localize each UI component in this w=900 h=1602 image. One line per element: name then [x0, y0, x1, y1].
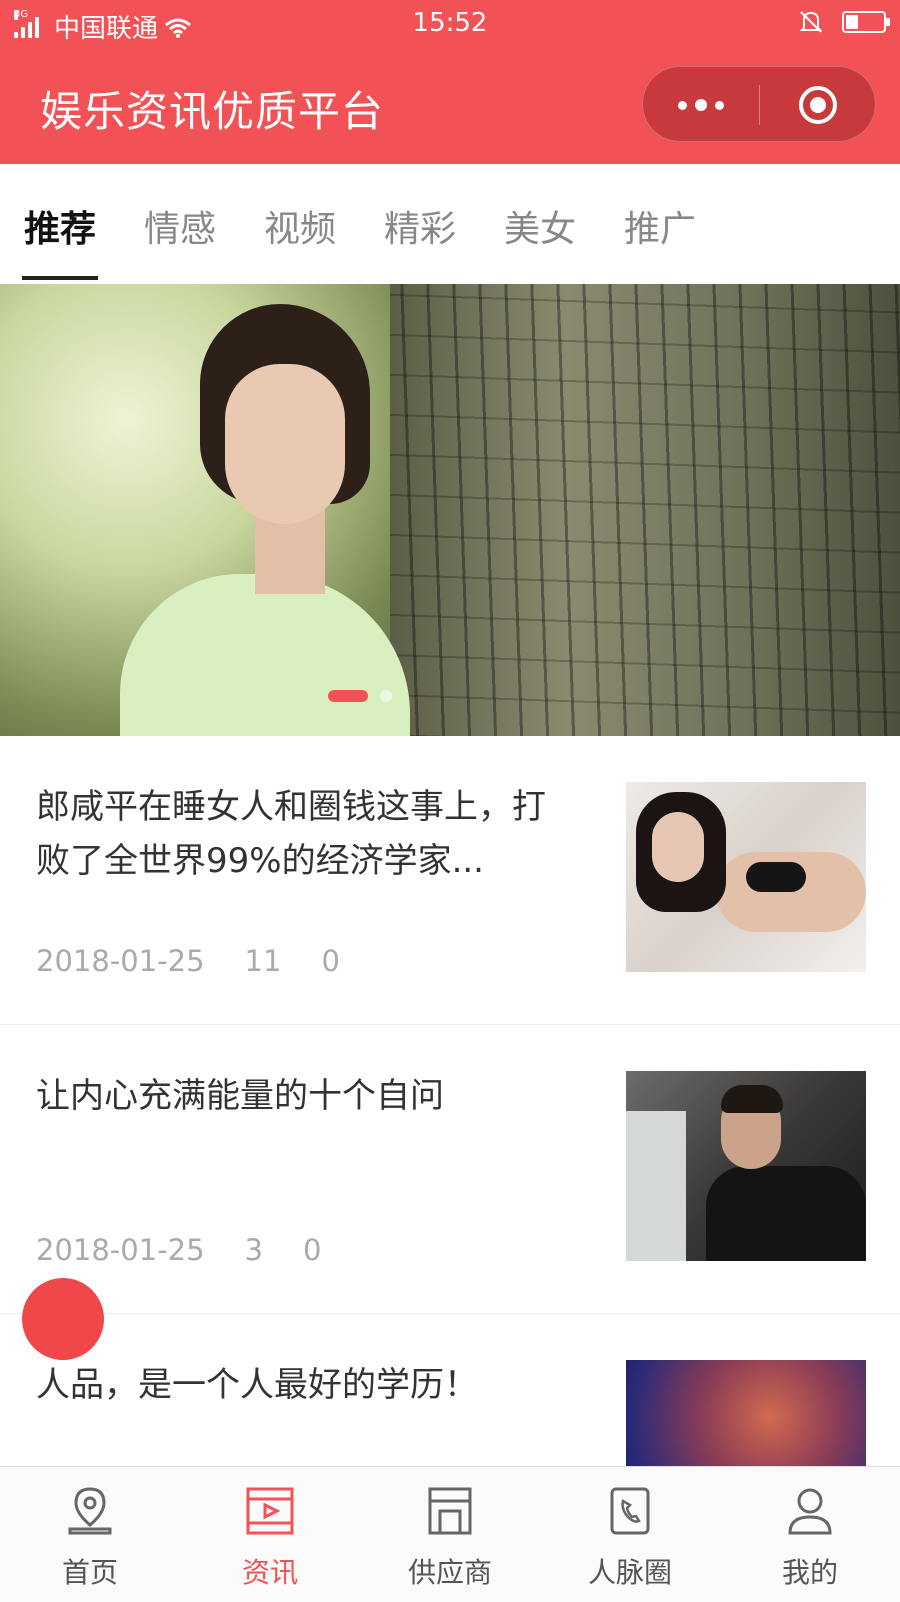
target-close-icon — [799, 86, 837, 124]
tab-highlights[interactable]: 精彩 — [384, 200, 456, 252]
nav-profile[interactable]: 我的 — [720, 1467, 900, 1601]
carousel-indicator — [328, 690, 392, 702]
banner-carousel[interactable] — [0, 284, 900, 736]
battery-icon — [842, 11, 890, 33]
nav-label: 供应商 — [407, 1556, 492, 1589]
article-comments: 0 — [321, 944, 340, 978]
tab-recommend[interactable]: 推荐 — [24, 200, 96, 252]
tab-beauty[interactable]: 美女 — [504, 200, 576, 252]
article-date: 2018-01-25 — [36, 944, 205, 978]
floating-action-button[interactable] — [22, 1278, 104, 1360]
category-tabs: 推荐 情感 视频 精彩 美女 推广 — [0, 164, 900, 284]
bottom-tab-bar: 首页 资讯 供应商 人脉圈 我的 — [0, 1466, 900, 1601]
status-time: 15:52 — [412, 8, 488, 38]
carousel-dot-active[interactable] — [328, 690, 368, 702]
tab-video[interactable]: 视频 — [264, 200, 336, 252]
nav-label: 人脉圈 — [587, 1556, 672, 1589]
tab-emotion[interactable]: 情感 — [144, 200, 216, 252]
active-tab-indicator — [22, 276, 98, 280]
mini-program-capsule — [642, 66, 876, 142]
status-right — [798, 9, 890, 35]
article-title: 让内心充满能量的十个自问 — [36, 1076, 444, 1116]
article-date: 2018-01-25 — [36, 1233, 205, 1267]
nav-label: 资讯 — [241, 1556, 298, 1589]
article-item[interactable]: 郎咸平在睡女人和圈钱这事上，打败了全世界99%的经济学家... 2018-01-… — [0, 736, 900, 1025]
status-bar: 3G 中国联通 15:52 — [0, 0, 900, 48]
article-item[interactable]: 让内心充满能量的十个自问 2018-01-25 3 0 — [0, 1025, 900, 1314]
mute-bell-icon — [799, 11, 823, 33]
nav-news[interactable]: 资讯 — [180, 1467, 360, 1601]
article-comments: 0 — [303, 1233, 322, 1267]
close-mini-program-button[interactable] — [760, 67, 876, 143]
nav-contacts[interactable]: 人脉圈 — [540, 1467, 720, 1601]
title-bar: 娱乐资讯优质平台 — [0, 48, 900, 164]
more-dot-icon — [678, 100, 687, 110]
article-meta: 2018-01-25 3 0 — [36, 1233, 321, 1267]
article-title: 郎咸平在睡女人和圈钱这事上，打败了全世界99%的经济学家... — [36, 787, 546, 881]
article-views: 11 — [244, 944, 282, 978]
article-thumbnail — [626, 1071, 866, 1261]
nav-label: 首页 — [61, 1556, 118, 1589]
article-title: 人品，是一个人最好的学历！ — [36, 1365, 478, 1405]
nav-suppliers[interactable]: 供应商 — [360, 1467, 540, 1601]
nav-label: 我的 — [781, 1556, 838, 1589]
more-dot-icon — [695, 99, 707, 111]
banner-tree-bark — [390, 284, 900, 736]
page-title: 娱乐资讯优质平台 — [40, 87, 385, 136]
more-dot-icon — [715, 100, 724, 110]
video-play-icon — [246, 1487, 294, 1535]
article-meta: 2018-01-25 11 0 — [36, 944, 340, 978]
user-icon — [788, 1488, 832, 1535]
carousel-dot[interactable] — [380, 690, 392, 702]
article-views: 3 — [244, 1233, 263, 1267]
more-options-button[interactable] — [643, 67, 759, 143]
article-thumbnail — [626, 782, 866, 972]
location-pin-icon — [68, 1487, 112, 1535]
tab-promotion[interactable]: 推广 — [624, 200, 696, 252]
nav-home[interactable]: 首页 — [0, 1467, 180, 1601]
banner-photo-woman — [120, 304, 420, 736]
store-icon — [428, 1487, 472, 1535]
contacts-phone-icon — [610, 1487, 650, 1535]
